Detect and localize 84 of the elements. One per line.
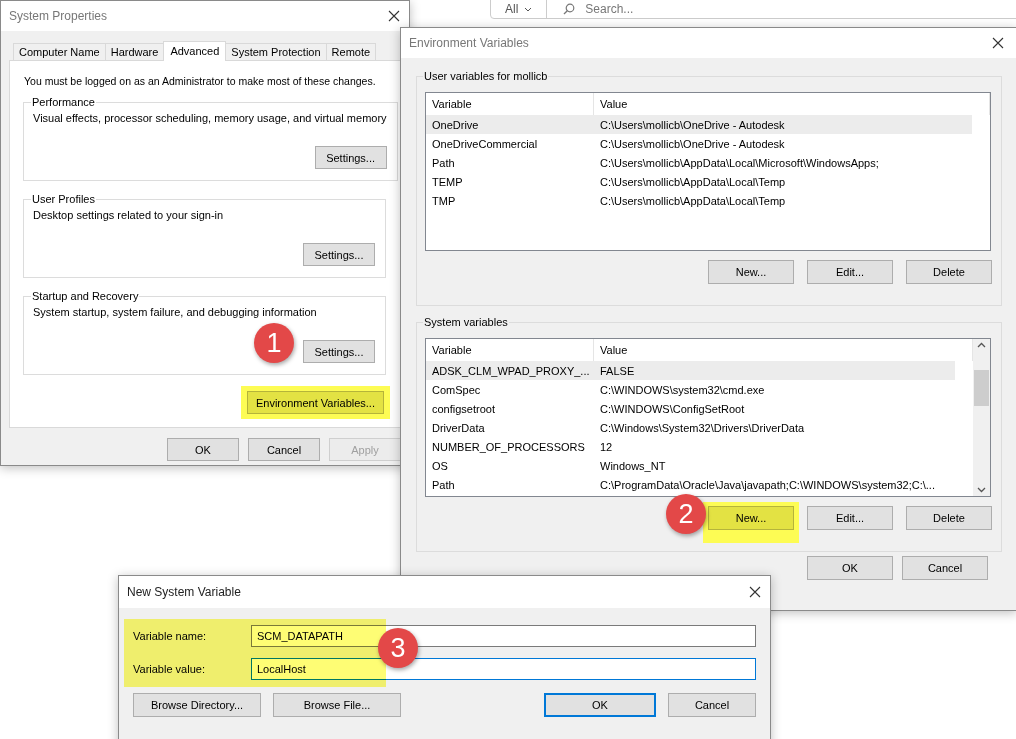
- table-cell-text: C:\WINDOWS\ConfigSetRoot: [599, 402, 746, 415]
- table-cell-text: C:\Users\mollicb\OneDrive - Autodesk: [599, 137, 786, 150]
- table-cell-text: configsetroot: [431, 402, 496, 415]
- field-label: Variable value:: [133, 663, 206, 675]
- window-title: Environment Variables: [409, 36, 529, 50]
- table-row[interactable]: ADSK_CLM_WPAD_PROXY_... FALSE: [426, 361, 955, 380]
- table-cell-text: Windows_NT: [599, 459, 667, 472]
- dialog-button[interactable]: Edit...: [807, 260, 893, 284]
- table-row[interactable]: TEMP C:\Users\mollicb\AppData\Local\Temp: [426, 172, 972, 191]
- table-cell-text: TEMP: [431, 175, 464, 188]
- table-cell-text: Path: [431, 478, 456, 491]
- group-title: System variables: [423, 316, 509, 328]
- table-cell-text: ComSpec: [431, 383, 482, 396]
- table-row[interactable]: Path C:\Users\mollicb\AppData\Local\Microsoft\WindowsApps;: [426, 153, 972, 172]
- table-cell-text: C:\Users\mollicb\AppData\Local\Temp: [599, 175, 787, 188]
- close-icon[interactable]: [388, 10, 400, 22]
- table-cell-text: OS: [431, 459, 449, 472]
- tab[interactable]: Advanced: [163, 41, 227, 61]
- group-description: System startup, system failure, and debugging information: [33, 306, 318, 318]
- tab[interactable]: Remote: [325, 43, 377, 60]
- dialog-button[interactable]: Edit...: [807, 506, 893, 530]
- scroll-thumb[interactable]: [974, 369, 989, 406]
- settings-button[interactable]: Settings...: [303, 340, 375, 363]
- dialog-button[interactable]: New...: [708, 506, 794, 530]
- table-row[interactable]: TMP C:\Users\mollicb\AppData\Local\Temp: [426, 191, 972, 210]
- group-description: Desktop settings related to your sign-in: [33, 209, 225, 221]
- scrollbar[interactable]: [973, 339, 990, 496]
- table-cell-text: C:\Windows\System32\Drivers\DriverData: [599, 421, 806, 434]
- dialog-button[interactable]: OK: [807, 556, 893, 580]
- table-row[interactable]: Path C:\ProgramData\Oracle\Java\javapath;C:\WINDOWS\system32;C:\...: [426, 475, 955, 494]
- table-cell-text: DriverData: [431, 421, 486, 434]
- group-description: Visual effects, processor scheduling, memory usage, and virtual memory: [33, 112, 387, 124]
- close-icon[interactable]: [749, 586, 761, 598]
- group-title: Startup and Recovery: [31, 290, 140, 302]
- window-title: System Properties: [9, 9, 108, 23]
- filter-dropdown[interactable]: All: [491, 0, 548, 18]
- admin-note: You must be logged on as an Administrator to make most of these changes.: [24, 75, 376, 88]
- table-cell-text: C:\Users\mollicb\AppData\Local\Microsoft\WindowsApps;: [599, 156, 880, 169]
- dialog-button[interactable]: OK: [544, 693, 656, 717]
- table-row[interactable]: DriverData C:\Windows\System32\Drivers\DriverData: [426, 418, 955, 437]
- chevron-down-icon[interactable]: [977, 487, 986, 493]
- search-placeholder: Search...: [585, 2, 634, 16]
- environment-variables-button[interactable]: Environment Variables...: [246, 391, 384, 414]
- settings-button[interactable]: Settings...: [303, 243, 375, 266]
- table-cell-text: C:\Users\mollicb\AppData\Local\Temp: [599, 194, 787, 207]
- table-cell-text: FALSE: [599, 364, 636, 377]
- dialog-button[interactable]: Delete: [906, 260, 992, 284]
- table-cell-text: NUMBER_OF_PROCESSORS: [431, 440, 586, 453]
- table-cell-text: OneDrive: [431, 118, 480, 131]
- table-cell-text: C:\WINDOWS\system32\cmd.exe: [599, 383, 766, 396]
- window-title: New System Variable: [127, 585, 241, 599]
- dialog-button[interactable]: Browse File...: [273, 693, 401, 717]
- table-cell-text: C:\Users\mollicb\OneDrive - Autodesk: [599, 118, 786, 131]
- tab[interactable]: Computer Name: [13, 43, 106, 60]
- close-icon[interactable]: [992, 37, 1004, 49]
- group-title: User variables for mollicb: [423, 70, 549, 82]
- search-icon: [563, 3, 576, 15]
- group-title: Performance: [31, 96, 96, 108]
- table-cell-text: C:\ProgramData\Oracle\Java\javapath;C:\WINDOWS\system32;C:\...: [599, 478, 936, 491]
- dialog-button[interactable]: OK: [167, 438, 239, 461]
- group-title: User Profiles: [31, 193, 96, 205]
- table-row[interactable]: ComSpec C:\WINDOWS\system32\cmd.exe: [426, 380, 955, 399]
- chevron-down-icon: [524, 6, 533, 12]
- table-cell-text: TMP: [431, 194, 457, 207]
- dialog-button[interactable]: New...: [708, 260, 794, 284]
- settings-button[interactable]: Settings...: [314, 146, 387, 169]
- table-row[interactable]: NUMBER_OF_PROCESSORS 12: [426, 437, 955, 456]
- dialog-button[interactable]: Cancel: [668, 693, 756, 717]
- table-row[interactable]: OS Windows_NT: [426, 456, 955, 475]
- chevron-up-icon[interactable]: [977, 342, 986, 348]
- dialog-button[interactable]: Cancel: [902, 556, 988, 580]
- dialog-button[interactable]: Cancel: [248, 438, 320, 461]
- table-cell-text: OneDriveCommercial: [431, 137, 539, 150]
- table-row[interactable]: OneDrive C:\Users\mollicb\OneDrive - Autodesk: [426, 115, 972, 134]
- table-cell-text: ADSK_CLM_WPAD_PROXY_...: [431, 364, 591, 377]
- table-cell-text: Path: [431, 156, 456, 169]
- dialog-button[interactable]: Delete: [906, 506, 992, 530]
- search-bar[interactable]: All Search...: [490, 0, 1016, 19]
- tab[interactable]: System Protection: [225, 43, 327, 60]
- dialog-button[interactable]: Browse Directory...: [133, 693, 261, 717]
- table-row[interactable]: configsetroot C:\WINDOWS\ConfigSetRoot: [426, 399, 955, 418]
- table-cell-text: 12: [599, 440, 614, 453]
- field-label: Variable name:: [133, 630, 208, 642]
- table-row[interactable]: OneDriveCommercial C:\Users\mollicb\OneDrive - Autodesk: [426, 134, 972, 153]
